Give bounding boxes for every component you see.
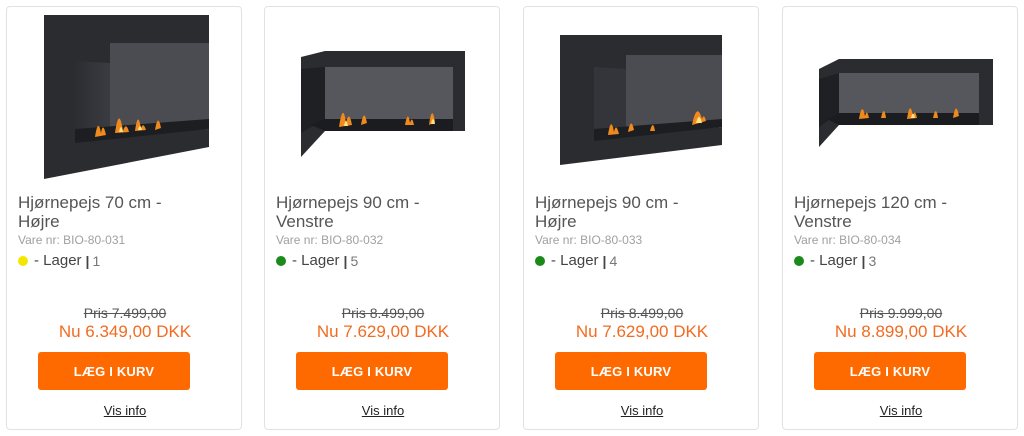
- product-image[interactable]: [783, 7, 1019, 187]
- stock-count: 3: [868, 252, 877, 269]
- fireplace-icon: [819, 59, 993, 147]
- product-title[interactable]: Hjørnepejs 120 cm - Venstre: [794, 193, 1014, 231]
- stock-label: - Lager: [292, 252, 340, 269]
- stock-separator: |: [343, 252, 348, 269]
- product-sku: Vare nr: BIO-80-031: [18, 233, 126, 247]
- sale-price: Nu 7.629,00 DKK: [316, 322, 450, 341]
- sale-price: Nu 8.899,00 DKK: [834, 322, 968, 341]
- view-info-link[interactable]: Vis info: [524, 403, 760, 418]
- fireplace-icon: [560, 35, 722, 165]
- old-price: Pris 9.999,00: [859, 305, 943, 321]
- stock-separator: |: [85, 252, 90, 269]
- product-title[interactable]: Hjørnepejs 90 cm - Højre: [535, 193, 755, 231]
- product-card: Hjørnepejs 90 cm - Højre Vare nr: BIO-80…: [523, 6, 759, 430]
- product-sku: Vare nr: BIO-80-032: [276, 233, 384, 247]
- old-price: Pris 8.499,00: [600, 305, 684, 321]
- stock-status: - Lager | 3: [794, 252, 876, 269]
- product-card: Hjørnepejs 90 cm - Venstre Vare nr: BIO-…: [264, 6, 500, 430]
- add-to-cart-button[interactable]: LÆG I KURV: [555, 352, 707, 390]
- stock-separator: |: [861, 252, 866, 269]
- product-title[interactable]: Hjørnepejs 70 cm - Højre: [18, 193, 238, 231]
- sale-price: Nu 7.629,00 DKK: [575, 322, 709, 341]
- product-title[interactable]: Hjørnepejs 90 cm - Venstre: [276, 193, 496, 231]
- stock-label: - Lager: [810, 252, 858, 269]
- product-sku: Vare nr: BIO-80-034: [794, 233, 902, 247]
- product-card: Hjørnepejs 120 cm - Venstre Vare nr: BIO…: [782, 6, 1018, 430]
- stock-indicator-icon: [535, 255, 545, 266]
- stock-count: 5: [350, 252, 359, 269]
- stock-label: - Lager: [34, 252, 82, 269]
- stock-status: - Lager | 4: [535, 252, 617, 269]
- stock-status: - Lager | 1: [18, 252, 100, 269]
- stock-label: - Lager: [551, 252, 599, 269]
- add-to-cart-button[interactable]: LÆG I KURV: [296, 352, 448, 390]
- stock-indicator-icon: [276, 255, 286, 266]
- stock-indicator-icon: [794, 255, 804, 266]
- stock-count: 1: [92, 252, 101, 269]
- add-to-cart-button[interactable]: LÆG I KURV: [814, 352, 966, 390]
- stock-count: 4: [609, 252, 618, 269]
- product-image[interactable]: [265, 7, 501, 187]
- fireplace-icon: [301, 51, 465, 157]
- view-info-link[interactable]: Vis info: [265, 403, 501, 418]
- view-info-link[interactable]: Vis info: [783, 403, 1019, 418]
- view-info-link[interactable]: Vis info: [7, 403, 243, 418]
- sale-price: Nu 6.349,00 DKK: [58, 322, 192, 341]
- stock-separator: |: [602, 252, 607, 269]
- stock-indicator-icon: [18, 255, 28, 266]
- add-to-cart-button[interactable]: LÆG I KURV: [38, 352, 190, 390]
- product-grid: Hjørnepejs 70 cm - Højre Vare nr: BIO-80…: [0, 0, 1024, 436]
- fireplace-icon: [44, 15, 209, 179]
- product-image[interactable]: [524, 7, 760, 187]
- old-price: Pris 8.499,00: [341, 305, 425, 321]
- product-image[interactable]: [7, 7, 243, 187]
- product-card: Hjørnepejs 70 cm - Højre Vare nr: BIO-80…: [6, 6, 242, 430]
- stock-status: - Lager | 5: [276, 252, 358, 269]
- old-price: Pris 7.499,00: [83, 305, 167, 321]
- product-sku: Vare nr: BIO-80-033: [535, 233, 643, 247]
